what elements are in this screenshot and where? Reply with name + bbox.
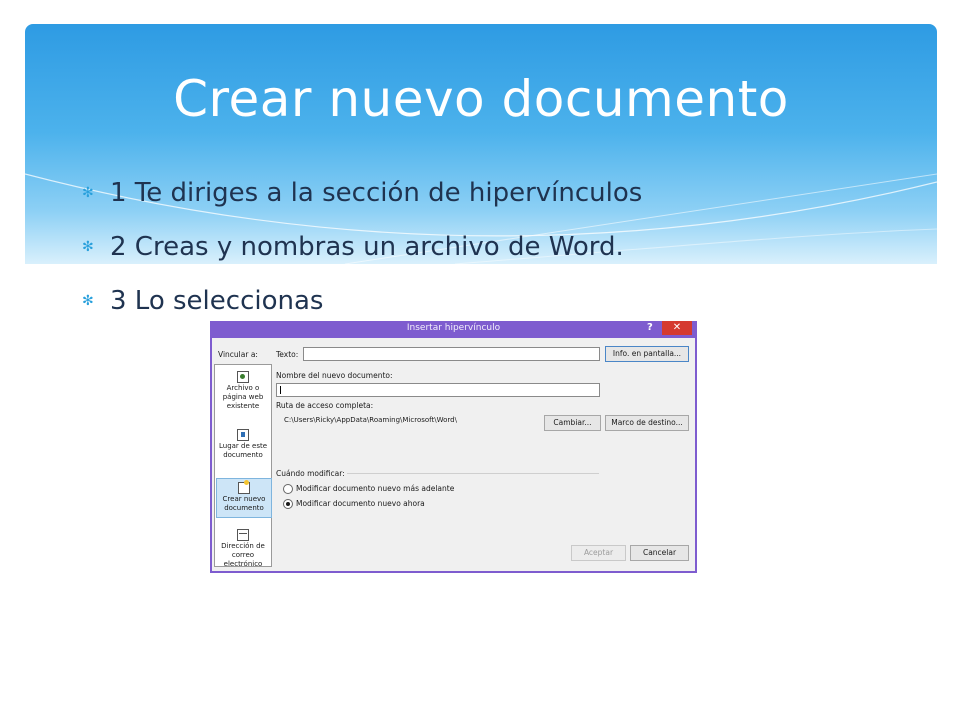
link-option-existing-file[interactable]: Archivo o página web existente [216,371,270,411]
link-to-label: Vincular a: [218,350,258,359]
when-to-edit-divider [347,473,599,474]
bullet-text: 2 Creas y nombras un archivo de Word. [110,232,624,262]
link-option-label: Archivo o página web existente [222,384,264,410]
new-document-icon [238,480,250,494]
new-document-name-label: Nombre del nuevo documento: [276,371,393,380]
bullet-item: ✻ 1 Te diriges a la sección de hipervínc… [82,166,642,220]
bullet-text: 1 Te diriges a la sección de hipervíncul… [110,178,643,208]
link-option-place-in-document[interactable]: Lugar de este documento [216,429,270,465]
asterisk-bullet-icon: ✻ [82,293,94,309]
dialog-body: Vincular a: Archivo o página web existen… [212,338,695,571]
bookmark-icon [237,429,249,441]
text-caret [280,386,281,394]
link-option-label: Crear nuevo documento [222,495,266,512]
edit-later-label[interactable]: Modificar documento nuevo más adelante [296,484,454,493]
email-icon [237,529,249,541]
when-to-edit-label: Cuándo modificar: [276,469,345,478]
link-option-label: Dirección de correo electrónico [221,542,265,568]
link-option-create-new-document[interactable]: Crear nuevo documento [216,478,272,518]
text-input[interactable] [303,347,600,361]
bullet-item: ✻ 3 Lo seleccionas [82,274,642,328]
link-option-label: Lugar de este documento [218,442,268,459]
target-frame-button[interactable]: Marco de destino... [605,415,689,431]
asterisk-bullet-icon: ✻ [82,239,94,255]
ok-button[interactable]: Aceptar [571,545,626,561]
link-to-panel: Archivo o página web existente Lugar de … [214,364,272,568]
insert-hyperlink-dialog: Insertar hipervínculo ? ✕ Vincular a: Ar… [210,321,697,573]
web-page-icon [237,371,249,383]
change-path-button[interactable]: Cambiar... [544,415,601,431]
text-label: Texto: [276,350,299,359]
bullet-text: 3 Lo seleccionas [110,286,324,316]
edit-later-radio[interactable] [283,484,293,494]
bullet-list: ✻ 1 Te diriges a la sección de hipervínc… [82,166,642,328]
bullet-item: ✻ 2 Creas y nombras un archivo de Word. [82,220,642,274]
full-path-value: C:\Users\Ricky\AppData\Roaming\Microsoft… [284,416,457,424]
asterisk-bullet-icon: ✻ [82,185,94,201]
edit-now-label[interactable]: Modificar documento nuevo ahora [296,499,425,508]
screentip-button[interactable]: Info. en pantalla... [605,346,689,362]
full-path-label: Ruta de acceso completa: [276,401,374,410]
help-icon[interactable]: ? [647,322,653,333]
cancel-button[interactable]: Cancelar [630,545,689,561]
new-document-name-input[interactable] [276,383,600,397]
edit-now-radio[interactable] [283,499,293,509]
link-option-email-address[interactable]: Dirección de correo electrónico [216,529,270,568]
dialog-title: Insertar hipervínculo [406,323,501,333]
slide-title: Crear nuevo documento [173,70,789,128]
close-icon[interactable]: ✕ [662,321,692,335]
dialog-titlebar[interactable]: Insertar hipervínculo ? ✕ [210,321,697,338]
